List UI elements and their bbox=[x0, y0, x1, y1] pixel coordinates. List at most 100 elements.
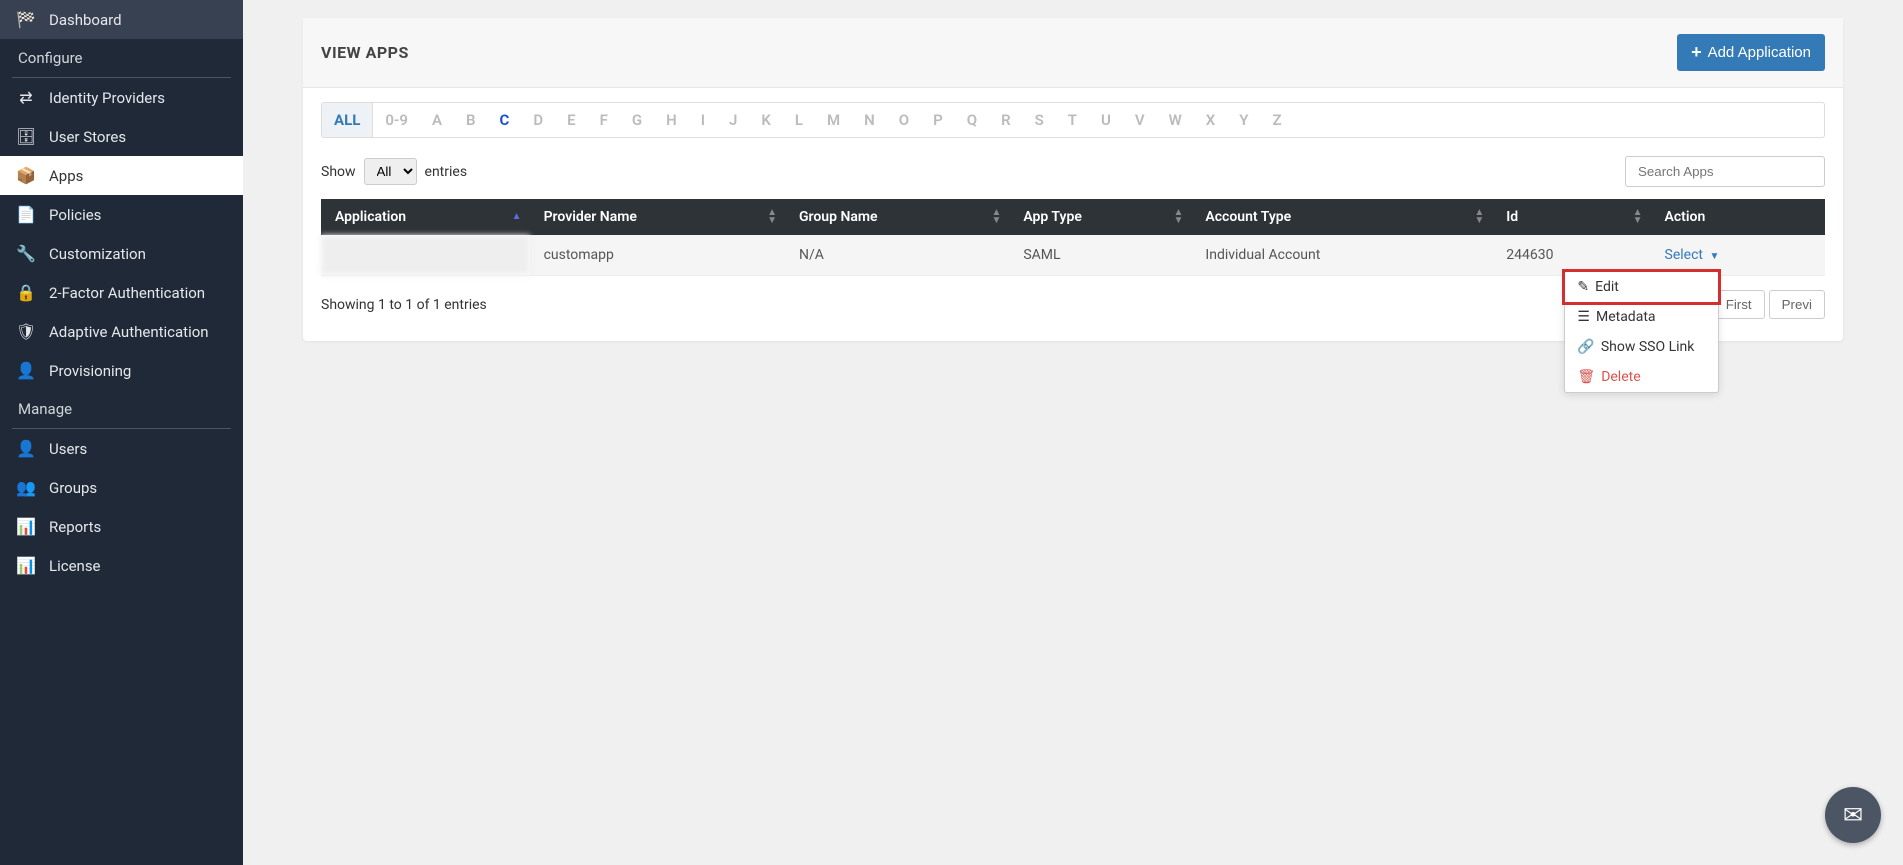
alpha-chip-x[interactable]: X bbox=[1194, 103, 1228, 137]
search-input[interactable] bbox=[1625, 156, 1825, 187]
col-id[interactable]: Id ▲▼ bbox=[1492, 199, 1650, 235]
alpha-chip-t[interactable]: T bbox=[1056, 103, 1089, 137]
alpha-chip-o[interactable]: O bbox=[887, 103, 921, 137]
panel-body: ALL 0-9 ABCDEFGHIJKLMNOPQRSTUVWXYZ Show … bbox=[303, 88, 1843, 341]
sort-icon: ▲▼ bbox=[767, 209, 777, 225]
col-action: Action bbox=[1651, 199, 1825, 235]
sidebar-item-customization[interactable]: 🔧 Customization bbox=[0, 234, 243, 273]
alpha-chip-c[interactable]: C bbox=[488, 103, 522, 137]
cell-application bbox=[321, 235, 530, 276]
alpha-chip-q[interactable]: Q bbox=[955, 103, 989, 137]
alpha-chip-b[interactable]: B bbox=[454, 103, 488, 137]
alpha-chip-g[interactable]: G bbox=[620, 103, 654, 137]
col-group-name[interactable]: Group Name ▲▼ bbox=[785, 199, 1009, 235]
action-metadata[interactable]: ☰ Metadata bbox=[1565, 302, 1718, 332]
sidebar-item-adaptive[interactable]: 🛡 Adaptive Authentication bbox=[0, 312, 243, 351]
alpha-chip-h[interactable]: H bbox=[654, 103, 689, 137]
action-show-sso-link[interactable]: 🔗 Show SSO Link bbox=[1565, 332, 1718, 362]
group-icon: 👥 bbox=[15, 478, 37, 497]
sidebar-section-manage: Manage bbox=[0, 390, 243, 428]
alpha-chip-e[interactable]: E bbox=[555, 103, 587, 137]
alpha-chip-i[interactable]: I bbox=[689, 103, 717, 137]
sidebar-item-groups[interactable]: 👥 Groups bbox=[0, 468, 243, 507]
envelope-icon: ✉ bbox=[1843, 801, 1863, 829]
alpha-chip-p[interactable]: P bbox=[921, 103, 955, 137]
sidebar-section-configure: Configure bbox=[0, 39, 243, 77]
entries-select[interactable]: All bbox=[364, 158, 417, 185]
sidebar-item-label: License bbox=[49, 557, 101, 575]
chart-icon: 📊 bbox=[15, 556, 37, 575]
action-dropdown-menu: ✎ Edit ☰ Metadata 🔗 Sho bbox=[1564, 271, 1719, 393]
alpha-chip-m[interactable]: M bbox=[815, 103, 852, 137]
cell-app-type: SAML bbox=[1009, 235, 1191, 276]
user-icon: 👤 bbox=[15, 361, 37, 380]
sidebar-item-label: Customization bbox=[49, 245, 146, 263]
document-icon: 📄 bbox=[15, 205, 37, 224]
sidebar-item-label: 2-Factor Authentication bbox=[49, 284, 205, 302]
view-apps-panel: VIEW APPS + Add Application ALL 0-9 ABCD… bbox=[303, 18, 1843, 341]
alpha-chip-z[interactable]: Z bbox=[1261, 103, 1294, 137]
sidebar-item-apps[interactable]: 📦 Apps bbox=[0, 156, 243, 195]
sidebar-item-reports[interactable]: 📊 Reports bbox=[0, 507, 243, 546]
col-app-type[interactable]: App Type ▲▼ bbox=[1009, 199, 1191, 235]
add-application-button[interactable]: + Add Application bbox=[1677, 34, 1825, 71]
sort-icon: ▲▼ bbox=[1474, 209, 1484, 225]
box-icon: 📦 bbox=[15, 166, 37, 185]
sidebar-item-identity-providers[interactable]: ⇄ Identity Providers bbox=[0, 78, 243, 117]
dashboard-icon: 🏁 bbox=[15, 10, 37, 29]
sidebar-item-dashboard[interactable]: 🏁 Dashboard bbox=[0, 0, 243, 39]
sidebar-item-license[interactable]: 📊 License bbox=[0, 546, 243, 585]
alpha-chip-r[interactable]: R bbox=[989, 103, 1023, 137]
alpha-chip-l[interactable]: L bbox=[783, 103, 815, 137]
plus-icon: + bbox=[1691, 42, 1702, 63]
cell-group-name: N/A bbox=[785, 235, 1009, 276]
sidebar-item-label: Policies bbox=[49, 206, 101, 224]
main-content: VIEW APPS + Add Application ALL 0-9 ABCD… bbox=[243, 0, 1903, 359]
sidebar-item-users[interactable]: 👤 Users bbox=[0, 429, 243, 468]
sidebar-item-user-stores[interactable]: 🗄 User Stores bbox=[0, 117, 243, 156]
entries-info: Showing 1 to 1 of 1 entries bbox=[321, 297, 487, 313]
caret-down-icon: ▼ bbox=[1710, 251, 1720, 262]
trash-icon: 🗑 bbox=[1577, 369, 1595, 385]
action-select-dropdown[interactable]: Select ▼ ✎ Edit ☰ Metadata bbox=[1665, 247, 1720, 263]
contact-fab[interactable]: ✉ bbox=[1825, 787, 1881, 843]
pencil-icon: ✎ bbox=[1577, 279, 1589, 295]
alpha-chip-u[interactable]: U bbox=[1089, 103, 1123, 137]
alpha-chip-s[interactable]: S bbox=[1023, 103, 1056, 137]
page-title: VIEW APPS bbox=[321, 43, 409, 62]
alpha-chip-f[interactable]: F bbox=[588, 103, 620, 137]
chart-icon: 📊 bbox=[15, 517, 37, 536]
alpha-chip-k[interactable]: K bbox=[749, 103, 783, 137]
table-row: customapp N/A SAML Individual Account 24… bbox=[321, 235, 1825, 276]
alpha-chip-n[interactable]: N bbox=[852, 103, 887, 137]
cell-account-type: Individual Account bbox=[1191, 235, 1492, 276]
sidebar-item-provisioning[interactable]: 👤 Provisioning bbox=[0, 351, 243, 390]
col-application[interactable]: Application ▲ bbox=[321, 199, 530, 235]
sidebar-item-label: Provisioning bbox=[49, 362, 131, 380]
sort-icon: ▲▼ bbox=[1633, 209, 1643, 225]
col-account-type[interactable]: Account Type ▲▼ bbox=[1191, 199, 1492, 235]
sidebar-item-two-factor[interactable]: 🔒 2-Factor Authentication bbox=[0, 273, 243, 312]
sidebar-item-policies[interactable]: 📄 Policies bbox=[0, 195, 243, 234]
show-label: Show bbox=[321, 164, 356, 180]
sort-icon: ▲ bbox=[512, 213, 522, 221]
action-edit[interactable]: ✎ Edit bbox=[1562, 269, 1721, 305]
sidebar-item-label: Users bbox=[49, 440, 87, 458]
alpha-chip-j[interactable]: J bbox=[717, 103, 749, 137]
lock-icon: 🔒 bbox=[15, 283, 37, 302]
alpha-chip-all[interactable]: ALL bbox=[322, 103, 373, 137]
shield-icon: 🛡 bbox=[15, 322, 37, 341]
sidebar-item-label: Apps bbox=[49, 167, 83, 185]
alpha-chip-d[interactable]: D bbox=[521, 103, 555, 137]
apps-table: Application ▲ Provider Name ▲▼ Group Nam… bbox=[321, 199, 1825, 276]
alpha-chip-0-9[interactable]: 0-9 bbox=[373, 103, 420, 137]
page-previous[interactable]: Previ bbox=[1769, 290, 1825, 319]
alpha-chip-v[interactable]: V bbox=[1123, 103, 1157, 137]
alpha-chip-y[interactable]: Y bbox=[1227, 103, 1260, 137]
alpha-chip-a[interactable]: A bbox=[420, 103, 454, 137]
cell-provider-name: customapp bbox=[530, 235, 785, 276]
exchange-icon: ⇄ bbox=[15, 88, 37, 107]
action-delete[interactable]: 🗑 Delete bbox=[1565, 362, 1718, 392]
col-provider-name[interactable]: Provider Name ▲▼ bbox=[530, 199, 785, 235]
alpha-chip-w[interactable]: W bbox=[1157, 103, 1194, 137]
